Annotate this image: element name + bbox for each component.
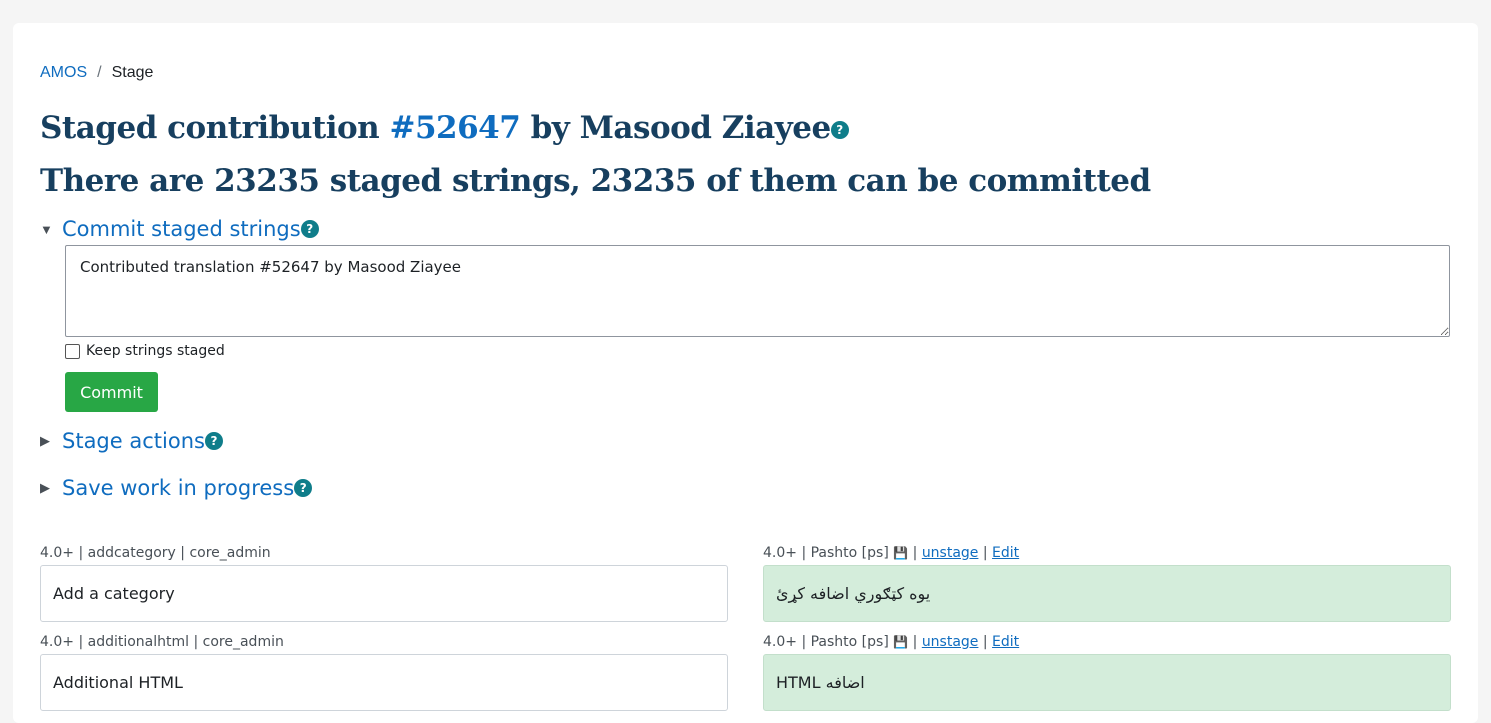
stage-actions-label[interactable]: Stage actions xyxy=(62,429,205,453)
target-meta-text: 4.0+ | Pashto [ps] xyxy=(763,545,889,561)
keep-staged-label[interactable]: Keep strings staged xyxy=(86,343,225,359)
staged-summary-heading: There are 23235 staged strings, 23235 of… xyxy=(40,163,1151,199)
breadcrumb: AMOS / Stage xyxy=(40,64,153,82)
unstage-link[interactable]: unstage xyxy=(922,634,979,650)
source-string-text: Add a category xyxy=(40,565,728,622)
help-icon[interactable]: ? xyxy=(300,220,319,238)
target-meta-text: 4.0+ | Pashto [ps] xyxy=(763,634,889,650)
target-string-value: اضافه HTML xyxy=(776,673,865,692)
page-title-suffix: by Masood Ziayee xyxy=(520,110,832,146)
target-string-value: یوه کټګوري اضافه کړئ xyxy=(776,584,931,603)
save-wip-toggle[interactable]: ▶ Save work in progress ? xyxy=(40,476,313,500)
caret-down-icon: ▼ xyxy=(40,221,53,237)
target-string-text: یوه کټګوري اضافه کړئ xyxy=(763,565,1451,622)
source-string-text: Additional HTML xyxy=(40,654,728,711)
caret-right-icon: ▶ xyxy=(40,480,50,495)
page-title: Staged contribution #52647 by Masood Zia… xyxy=(40,110,849,146)
breadcrumb-separator: / xyxy=(97,64,102,81)
keep-staged-checkbox[interactable] xyxy=(65,343,80,359)
page-title-prefix: Staged contribution xyxy=(40,110,390,146)
meta-separator: | xyxy=(982,634,988,650)
edit-link[interactable]: Edit xyxy=(992,634,1019,650)
target-string-meta: 4.0+ | Pashto [ps] 💾 | unstage | Edit xyxy=(763,545,1019,561)
stage-actions-toggle[interactable]: ▶ Stage actions ? xyxy=(40,429,223,453)
commit-message-input[interactable] xyxy=(65,245,1450,337)
save-disk-icon: 💾 xyxy=(893,635,909,649)
commit-button[interactable]: Commit xyxy=(65,372,158,412)
save-disk-icon: 💾 xyxy=(893,546,909,560)
main-card: AMOS / Stage Staged contribution #52647 … xyxy=(13,23,1478,723)
contribution-number-link[interactable]: #52647 xyxy=(390,110,521,146)
edit-link[interactable]: Edit xyxy=(992,545,1019,561)
save-wip-label[interactable]: Save work in progress xyxy=(62,476,294,500)
meta-separator: | xyxy=(912,634,918,650)
help-icon[interactable]: ? xyxy=(830,120,849,139)
meta-separator: | xyxy=(912,545,918,561)
meta-separator: | xyxy=(982,545,988,561)
keep-staged-option[interactable]: Keep strings staged xyxy=(65,343,225,359)
commit-section-toggle[interactable]: ▼ Commit staged strings ? xyxy=(40,217,319,241)
breadcrumb-current: Stage xyxy=(111,64,154,81)
unstage-link[interactable]: unstage xyxy=(922,545,979,561)
commit-section-label[interactable]: Commit staged strings xyxy=(62,217,301,241)
help-icon[interactable]: ? xyxy=(204,432,223,450)
source-string-meta: 4.0+ | addcategory | core_admin xyxy=(40,545,271,561)
caret-right-icon: ▶ xyxy=(40,433,50,448)
target-string-meta: 4.0+ | Pashto [ps] 💾 | unstage | Edit xyxy=(763,634,1019,650)
source-string-meta: 4.0+ | additionalhtml | core_admin xyxy=(40,634,284,650)
target-string-text: اضافه HTML xyxy=(763,654,1451,711)
help-icon[interactable]: ? xyxy=(294,479,313,497)
breadcrumb-amos-link[interactable]: AMOS xyxy=(40,64,87,82)
